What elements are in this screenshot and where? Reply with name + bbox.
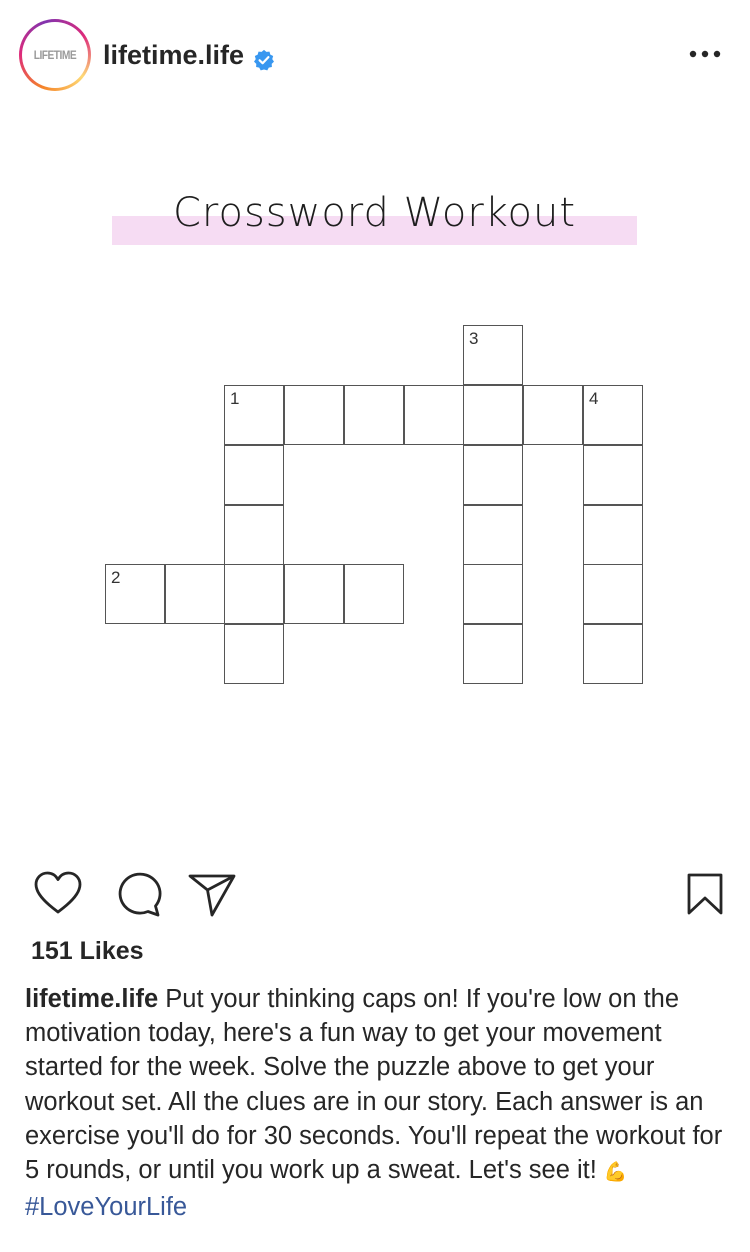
crossword-cell: [463, 624, 523, 684]
crossword-cell: [344, 385, 404, 445]
send-icon[interactable]: [187, 872, 237, 918]
avatar-logo-text: LIFETIME: [33, 48, 77, 62]
crossword-cell: [284, 564, 344, 624]
crossword-cell: [224, 624, 284, 684]
crossword-cell: [404, 385, 464, 445]
post-image[interactable]: Crossword Workout 1 4 2 3: [0, 110, 750, 850]
caption-text: Put your thinking caps on! If you're low…: [25, 985, 723, 1185]
avatar[interactable]: LIFETIME: [19, 19, 91, 91]
crossword-cell: [583, 445, 643, 505]
avatar-inner: LIFETIME: [22, 22, 88, 88]
heart-icon[interactable]: [33, 870, 83, 916]
crossword-cell: [224, 564, 284, 624]
hashtag-link[interactable]: #LoveYourLife: [25, 1193, 187, 1221]
username-link[interactable]: lifetime.life: [103, 40, 244, 71]
crossword-cell: [165, 564, 225, 624]
crossword-title: Crossword Workout: [172, 190, 577, 236]
clue-number: 1: [230, 389, 240, 408]
flexed-biceps-emoji: 💪: [603, 1162, 628, 1184]
crossword-cell: [583, 564, 643, 624]
crossword-cell: [224, 445, 284, 505]
crossword-cell: [463, 385, 523, 445]
post-header: LIFETIME lifetime.life: [0, 0, 750, 110]
crossword-cell: [284, 385, 344, 445]
crossword-cell: [344, 564, 404, 624]
crossword-cell: [224, 505, 284, 565]
likes-count[interactable]: 151 Likes: [31, 937, 144, 966]
crossword-cell: 1: [224, 385, 284, 445]
more-options-icon[interactable]: [688, 45, 722, 63]
post-caption: lifetime.life Put your thinking caps on!…: [25, 982, 730, 1224]
crossword-cell: 4: [583, 385, 643, 445]
crossword-cell: [583, 624, 643, 684]
verified-badge-icon: [254, 49, 274, 71]
clue-number: 3: [469, 329, 479, 348]
clue-number: 2: [111, 568, 121, 587]
caption-username[interactable]: lifetime.life: [25, 985, 158, 1013]
clue-number: 4: [589, 389, 599, 408]
bookmark-icon[interactable]: [686, 872, 724, 916]
crossword-cell: [583, 505, 643, 565]
crossword-cell: [463, 564, 523, 624]
crossword-cell: 2: [105, 564, 165, 624]
comment-icon[interactable]: [114, 872, 162, 918]
crossword-cell: [523, 385, 583, 445]
crossword-cell: [463, 505, 523, 565]
crossword-cell: 3: [463, 325, 523, 385]
crossword-cell: [463, 445, 523, 505]
